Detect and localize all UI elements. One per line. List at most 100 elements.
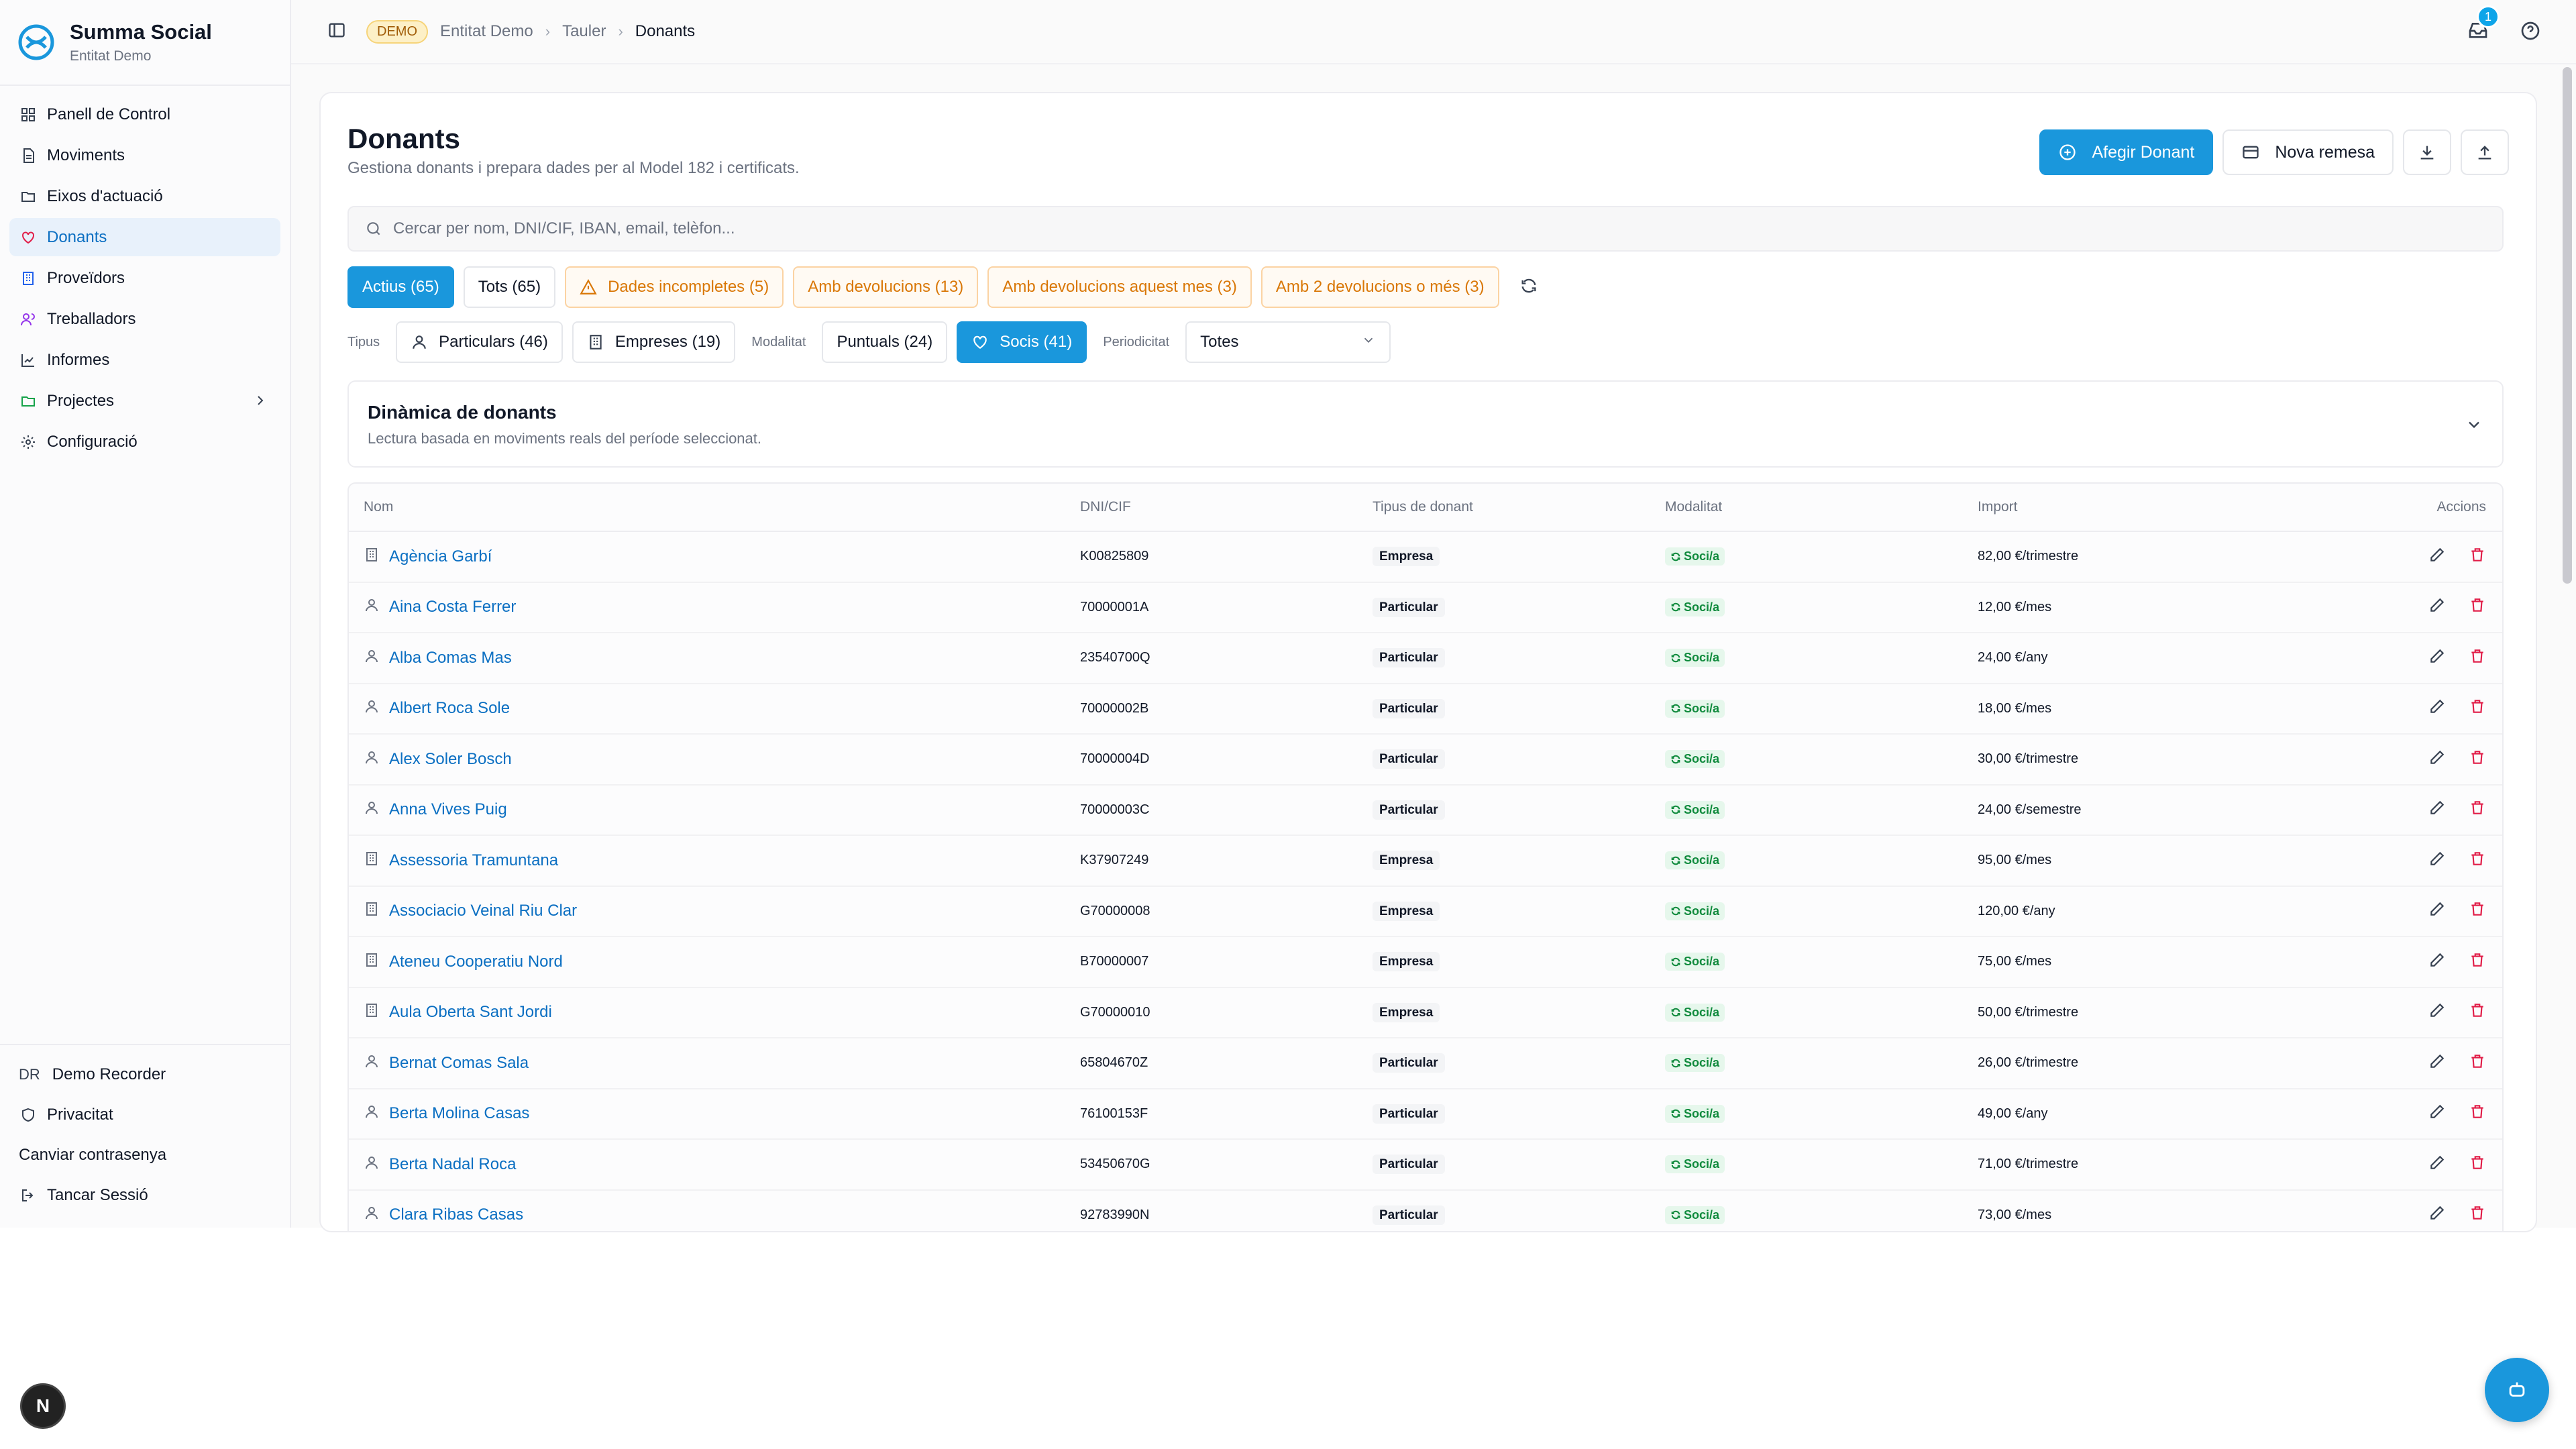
assistant-button[interactable] xyxy=(2485,1358,2549,1422)
refresh-icon[interactable] xyxy=(1519,276,1538,299)
donor-name-link[interactable]: Berta Molina Casas xyxy=(389,1104,529,1123)
donor-name-link[interactable]: Alex Soler Bosch xyxy=(389,750,512,769)
search-input[interactable]: Cercar per nom, DNI/CIF, IBAN, email, te… xyxy=(347,206,2504,252)
sidebar-item-projectes[interactable]: Projectes xyxy=(9,382,280,420)
table-row[interactable]: Alex Soler Bosch 70000004D Particular Soci/… xyxy=(349,735,2502,786)
chevron-down-icon[interactable] xyxy=(2465,415,2483,437)
chip-actius[interactable]: Actius (65) xyxy=(347,266,454,308)
table-row[interactable]: Assessoria Tramuntana K37907249 Empresa Soc… xyxy=(349,836,2502,887)
trash-icon[interactable] xyxy=(2469,698,2486,719)
trash-icon[interactable] xyxy=(2469,749,2486,770)
table-row[interactable]: Associacio Veinal Riu Clar G70000008 Empre… xyxy=(349,887,2502,937)
donor-name-link[interactable]: Albert Roca Sole xyxy=(389,699,510,718)
donor-name-link[interactable]: Anna Vives Puig xyxy=(389,800,507,819)
table-row[interactable]: Bernat Comas Sala 65804670Z Particular Soci… xyxy=(349,1038,2502,1089)
chip-dades-incompletes[interactable]: Dades incompletes (5) xyxy=(565,266,784,308)
chip-amb-devolucions[interactable]: Amb devolucions (13) xyxy=(793,266,979,308)
edit-icon[interactable] xyxy=(2428,1002,2446,1023)
table-row[interactable]: Alba Comas Mas 23540700Q Particular Soci/a 2… xyxy=(349,633,2502,684)
scrollbar[interactable] xyxy=(2559,64,2576,1228)
privacy-link[interactable]: Privacitat xyxy=(9,1095,280,1135)
sidebar-item-moviments[interactable]: Moviments xyxy=(9,136,280,174)
edit-icon[interactable] xyxy=(2428,698,2446,719)
edit-icon[interactable] xyxy=(2428,596,2446,618)
chip-tots[interactable]: Tots (65) xyxy=(463,266,556,308)
edit-icon[interactable] xyxy=(2428,1154,2446,1175)
sidebar-item-informes[interactable]: Informes xyxy=(9,341,280,379)
donor-name-link[interactable]: Agència Garbí xyxy=(389,547,492,566)
edit-icon[interactable] xyxy=(2428,546,2446,568)
change-password-link[interactable]: Canviar contrasenya xyxy=(9,1135,280,1175)
edit-icon[interactable] xyxy=(2428,850,2446,871)
edit-icon[interactable] xyxy=(2428,900,2446,922)
donor-name-link[interactable]: Assessoria Tramuntana xyxy=(389,851,558,870)
filter-socis[interactable]: Socis (41) xyxy=(957,321,1087,363)
help-icon[interactable] xyxy=(2520,20,2541,45)
col-tipus[interactable]: Tipus de donant xyxy=(1373,499,1665,515)
table-row[interactable]: Albert Roca Sole 70000002B Particular Soci/… xyxy=(349,684,2502,735)
trash-icon[interactable] xyxy=(2469,951,2486,973)
col-dni[interactable]: DNI/CIF xyxy=(1080,499,1373,515)
trash-icon[interactable] xyxy=(2469,850,2486,871)
table-row[interactable]: Anna Vives Puig 70000003C Particular Soci/a… xyxy=(349,786,2502,836)
donor-name-link[interactable]: Ateneu Cooperatiu Nord xyxy=(389,953,563,971)
table-row[interactable]: Ateneu Cooperatiu Nord B70000007 Empresa So… xyxy=(349,937,2502,988)
chip-2-devolucions[interactable]: Amb 2 devolucions o més (3) xyxy=(1260,266,1499,308)
edit-icon[interactable] xyxy=(2428,749,2446,770)
add-donor-button[interactable]: Afegir Donant xyxy=(2039,129,2214,175)
edit-icon[interactable] xyxy=(2428,1204,2446,1226)
sidebar-item-panell[interactable]: Panell de Control xyxy=(9,95,280,133)
col-import[interactable]: Import xyxy=(1978,499,2353,515)
donor-name-link[interactable]: Aula Oberta Sant Jordi xyxy=(389,1003,552,1022)
trash-icon[interactable] xyxy=(2469,1204,2486,1226)
sidebar-toggle-icon[interactable] xyxy=(327,21,346,43)
table-row[interactable]: Aula Oberta Sant Jordi G70000010 Empresa So… xyxy=(349,988,2502,1038)
breadcrumb-tauler[interactable]: Tauler xyxy=(562,22,606,41)
upload-button[interactable] xyxy=(2461,129,2509,175)
sidebar-item-treballadors[interactable]: Treballadors xyxy=(9,300,280,338)
scroll-thumb[interactable] xyxy=(2563,67,2572,584)
donor-name-link[interactable]: Alba Comas Mas xyxy=(389,649,512,667)
inbox-icon[interactable]: 1 xyxy=(2467,5,2500,45)
trash-icon[interactable] xyxy=(2469,900,2486,922)
n-button[interactable]: N xyxy=(20,1383,66,1429)
edit-icon[interactable] xyxy=(2428,1053,2446,1074)
col-modalitat[interactable]: Modalitat xyxy=(1665,499,1978,515)
edit-icon[interactable] xyxy=(2428,799,2446,820)
sidebar-item-configuracio[interactable]: Configuració xyxy=(9,423,280,461)
trash-icon[interactable] xyxy=(2469,1154,2486,1175)
trash-icon[interactable] xyxy=(2469,647,2486,669)
trash-icon[interactable] xyxy=(2469,546,2486,568)
table-row[interactable]: Berta Molina Casas 76100153F Particular Soc… xyxy=(349,1089,2502,1140)
filter-particulars[interactable]: Particulars (46) xyxy=(396,321,563,363)
trash-icon[interactable] xyxy=(2469,799,2486,820)
edit-icon[interactable] xyxy=(2428,951,2446,973)
trash-icon[interactable] xyxy=(2469,1053,2486,1074)
trash-icon[interactable] xyxy=(2469,596,2486,618)
donor-name-link[interactable]: Associacio Veinal Riu Clar xyxy=(389,902,577,920)
trash-icon[interactable] xyxy=(2469,1103,2486,1124)
donor-name-link[interactable]: Clara Ribas Casas xyxy=(389,1205,523,1224)
edit-icon[interactable] xyxy=(2428,647,2446,669)
sidebar-item-eixos[interactable]: Eixos d'actuació xyxy=(9,177,280,215)
donor-name-link[interactable]: Aina Costa Ferrer xyxy=(389,598,516,616)
brand[interactable]: Summa Social Entitat Demo xyxy=(0,0,290,86)
edit-icon[interactable] xyxy=(2428,1103,2446,1124)
donor-dynamics-panel[interactable]: Dinàmica de donants Lectura basada en mo… xyxy=(347,380,2504,468)
chip-devolucions-mes[interactable]: Amb devolucions aquest mes (3) xyxy=(987,266,1252,308)
sidebar-item-proveidors[interactable]: Proveïdors xyxy=(9,259,280,297)
filter-empreses[interactable]: Empreses (19) xyxy=(572,321,736,363)
periodicitat-select[interactable]: Totes xyxy=(1185,321,1391,363)
new-remesa-button[interactable]: Nova remesa xyxy=(2222,129,2394,175)
trash-icon[interactable] xyxy=(2469,1002,2486,1023)
col-nom[interactable]: Nom xyxy=(349,499,1080,515)
logout-link[interactable]: Tancar Sessió xyxy=(9,1175,280,1216)
table-row[interactable]: Berta Nadal Roca 53450670G Particular Soci/… xyxy=(349,1140,2502,1191)
breadcrumb-entity[interactable]: Entitat Demo xyxy=(440,22,533,41)
table-row[interactable]: Clara Ribas Casas 92783990N Particular Soci… xyxy=(349,1191,2502,1232)
download-button[interactable] xyxy=(2403,129,2451,175)
donor-name-link[interactable]: Berta Nadal Roca xyxy=(389,1155,516,1174)
donor-name-link[interactable]: Bernat Comas Sala xyxy=(389,1054,529,1073)
table-row[interactable]: Aina Costa Ferrer 70000001A Particular Soci… xyxy=(349,583,2502,633)
filter-puntuals[interactable]: Puntuals (24) xyxy=(822,321,948,363)
